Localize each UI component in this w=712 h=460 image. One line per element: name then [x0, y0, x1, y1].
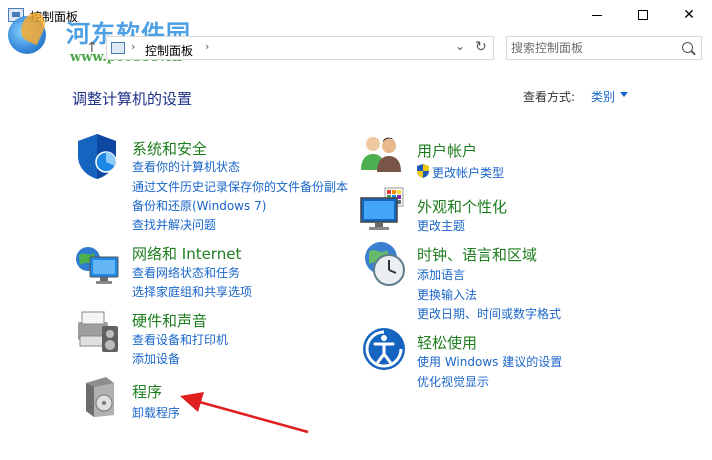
shield-icon[interactable] [74, 132, 120, 180]
category-title[interactable]: 用户帐户 [417, 140, 477, 161]
search-icon[interactable] [682, 42, 693, 53]
view-by-dropdown[interactable]: 类别 [591, 88, 615, 105]
category-title[interactable]: 轻松使用 [417, 332, 477, 353]
link-view-computer-status[interactable]: 查看你的计算机状态 [132, 158, 240, 175]
link-change-account-type[interactable]: 更改帐户类型 [432, 164, 504, 181]
annotation-arrow-shaft [195, 399, 309, 434]
link-uninstall-program[interactable]: 卸载程序 [132, 404, 180, 421]
users-icon[interactable] [359, 132, 405, 174]
category-title[interactable]: 程序 [132, 381, 162, 402]
chevron-right-icon[interactable]: › [205, 40, 209, 53]
breadcrumb[interactable]: 控制面板 [145, 42, 193, 59]
address-bar[interactable]: › 控制面板 › ⌄ ↻ [106, 36, 494, 60]
search-input[interactable] [511, 40, 671, 56]
category-title[interactable]: 外观和个性化 [417, 196, 507, 217]
programs-icon[interactable] [80, 375, 120, 419]
category-title[interactable]: 硬件和声音 [132, 310, 207, 331]
link-file-history[interactable]: 通过文件历史记录保存你的文件备份副本 [132, 178, 348, 195]
category-title[interactable]: 时钟、语言和区域 [417, 244, 537, 265]
link-network-status[interactable]: 查看网络状态和任务 [132, 264, 240, 281]
chevron-right-icon[interactable]: › [131, 40, 135, 53]
annotation-arrow-head [180, 392, 204, 412]
printer-icon[interactable] [74, 308, 122, 354]
minimize-icon [592, 14, 602, 16]
link-troubleshoot[interactable]: 查找并解决问题 [132, 216, 216, 233]
refresh-icon[interactable]: ↻ [475, 39, 487, 55]
ease-of-access-icon[interactable] [361, 326, 407, 372]
link-backup-restore[interactable]: 备份和还原(Windows 7) [132, 197, 266, 214]
link-change-input-method[interactable]: 更换输入法 [417, 286, 477, 303]
navigation-bar: ↑ › 控制面板 › ⌄ ↻ [0, 32, 712, 64]
personalization-monitor-icon[interactable] [359, 186, 407, 232]
view-by-label: 查看方式: [523, 90, 576, 104]
close-icon: ✕ [683, 7, 695, 23]
window-title: 控制面板 [30, 10, 79, 24]
category-title[interactable]: 系统和安全 [132, 138, 207, 159]
search-box[interactable] [506, 36, 702, 60]
network-globe-icon[interactable] [74, 243, 120, 287]
link-change-date-time-format[interactable]: 更改日期、时间或数字格式 [417, 305, 561, 322]
maximize-button[interactable] [620, 0, 666, 30]
up-arrow-icon[interactable]: ↑ [86, 40, 98, 56]
minimize-button[interactable] [574, 0, 620, 30]
close-button[interactable]: ✕ [666, 0, 712, 30]
control-panel-icon [8, 8, 24, 22]
clock-globe-icon[interactable] [361, 240, 409, 288]
link-devices-printers[interactable]: 查看设备和打印机 [132, 331, 228, 348]
link-change-theme[interactable]: 更改主题 [417, 217, 465, 234]
link-optimize-visual-display[interactable]: 优化视觉显示 [417, 373, 489, 390]
link-windows-recommended-settings[interactable]: 使用 Windows 建议的设置 [417, 353, 562, 370]
title-bar: 控制面板 ✕ [0, 0, 712, 32]
maximize-icon [638, 10, 648, 20]
link-homegroup[interactable]: 选择家庭组和共享选项 [132, 283, 252, 300]
category-title[interactable]: 网络和 Internet [132, 243, 241, 264]
uac-shield-icon [417, 164, 429, 178]
link-add-language[interactable]: 添加语言 [417, 266, 465, 283]
control-panel-small-icon [111, 42, 125, 54]
page-title: 调整计算机的设置 [72, 90, 193, 108]
dropdown-arrow-icon[interactable] [620, 92, 628, 97]
link-add-device[interactable]: 添加设备 [132, 350, 180, 367]
chevron-down-icon[interactable]: ⌄ [455, 39, 465, 53]
